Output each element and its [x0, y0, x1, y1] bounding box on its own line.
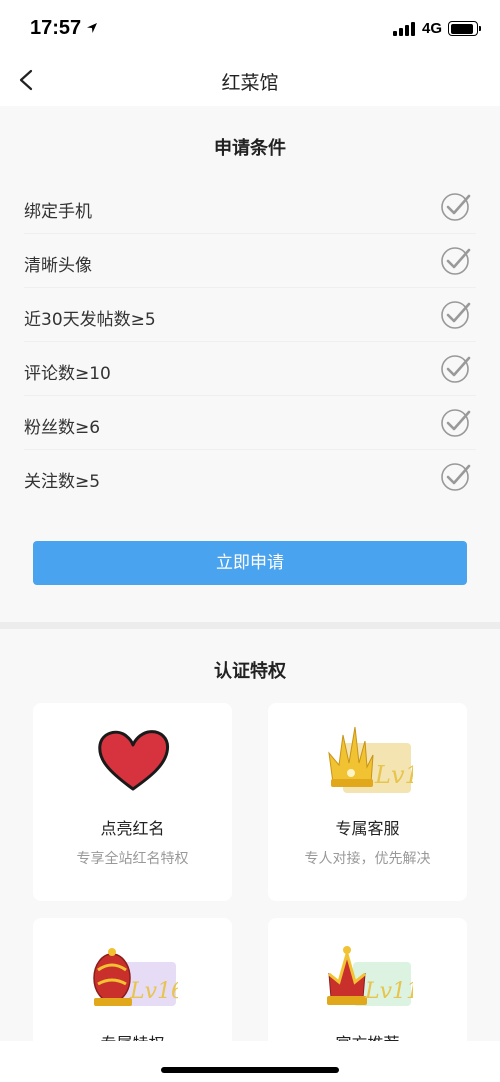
- privileges-section: 认证特权 点亮红名 专享全站红名特权 Lv1 专属客服 专人对接，优先解决 Lv…: [0, 629, 500, 1041]
- condition-label: 粉丝数≥6: [24, 418, 101, 438]
- crown-lv11-icon: Lv11: [326, 946, 413, 1006]
- privilege-card-exclusive-service[interactable]: Lv1 专属客服 专人对接，优先解决: [268, 703, 467, 901]
- condition-label: 近30天发帖数≥5: [24, 310, 156, 330]
- battery-icon: [448, 21, 481, 36]
- svg-text:Lv11: Lv11: [364, 979, 413, 1004]
- check-circle-icon: [441, 247, 471, 275]
- section-divider: [0, 622, 500, 629]
- location-arrow-icon: [87, 23, 97, 33]
- check-circle-icon: [441, 463, 471, 491]
- condition-label: 绑定手机: [24, 202, 92, 222]
- crown-lv16-icon: Lv16: [92, 948, 178, 1006]
- signal-icon: [393, 22, 417, 36]
- conditions-section: 申请条件 绑定手机 清晰头像 近30天发帖数≥5 评论数≥10 粉丝数≥6 关注…: [0, 106, 500, 622]
- apply-now-button[interactable]: 立即申请: [33, 541, 467, 585]
- privilege-name: 官方推荐: [268, 1030, 467, 1041]
- condition-label: 清晰头像: [24, 256, 92, 276]
- privilege-name: 专属客服: [335, 819, 400, 838]
- condition-row-phone: 绑定手机: [24, 180, 476, 234]
- condition-label: 关注数≥5: [24, 472, 101, 492]
- status-time: 17:57: [30, 17, 82, 39]
- home-indicator[interactable]: [161, 1067, 339, 1073]
- condition-row-fans: 粉丝数≥6: [24, 396, 476, 450]
- condition-row-following: 关注数≥5: [24, 450, 476, 504]
- privilege-card-official-recommend[interactable]: Lv11 官方推荐: [268, 918, 467, 1041]
- check-circle-icon: [441, 193, 471, 221]
- condition-label: 评论数≥10: [24, 364, 111, 384]
- privilege-card-exclusive-privilege[interactable]: Lv16 专属特权: [33, 918, 232, 1041]
- svg-text:Lv1: Lv1: [374, 761, 413, 789]
- condition-row-posts: 近30天发帖数≥5: [24, 288, 476, 342]
- privileges-title: 认证特权: [214, 661, 286, 682]
- privilege-card-red-name[interactable]: 点亮红名 专享全站红名特权: [33, 703, 232, 901]
- conditions-title: 申请条件: [214, 138, 286, 159]
- check-circle-icon: [441, 301, 471, 329]
- red-heart-icon: [97, 730, 169, 791]
- privilege-desc: 专人对接，优先解决: [304, 851, 431, 867]
- bottom-safe-area: [0, 1041, 500, 1082]
- svg-text:Lv16: Lv16: [129, 979, 178, 1004]
- network-type: 4G: [422, 20, 443, 37]
- privilege-name: 专属特权: [33, 1030, 232, 1041]
- check-circle-icon: [441, 409, 471, 437]
- check-circle-icon: [441, 355, 471, 383]
- status-bar: 17:57 4G: [0, 0, 500, 54]
- privilege-desc: 专享全站红名特权: [76, 851, 189, 867]
- crown-lv1-icon: Lv1: [327, 726, 413, 793]
- nav-bar: 红菜馆: [0, 54, 500, 106]
- condition-row-comments: 评论数≥10: [24, 342, 476, 396]
- condition-row-avatar: 清晰头像: [24, 234, 476, 288]
- privilege-name: 点亮红名: [100, 819, 165, 838]
- page-title: 红菜馆: [221, 72, 279, 94]
